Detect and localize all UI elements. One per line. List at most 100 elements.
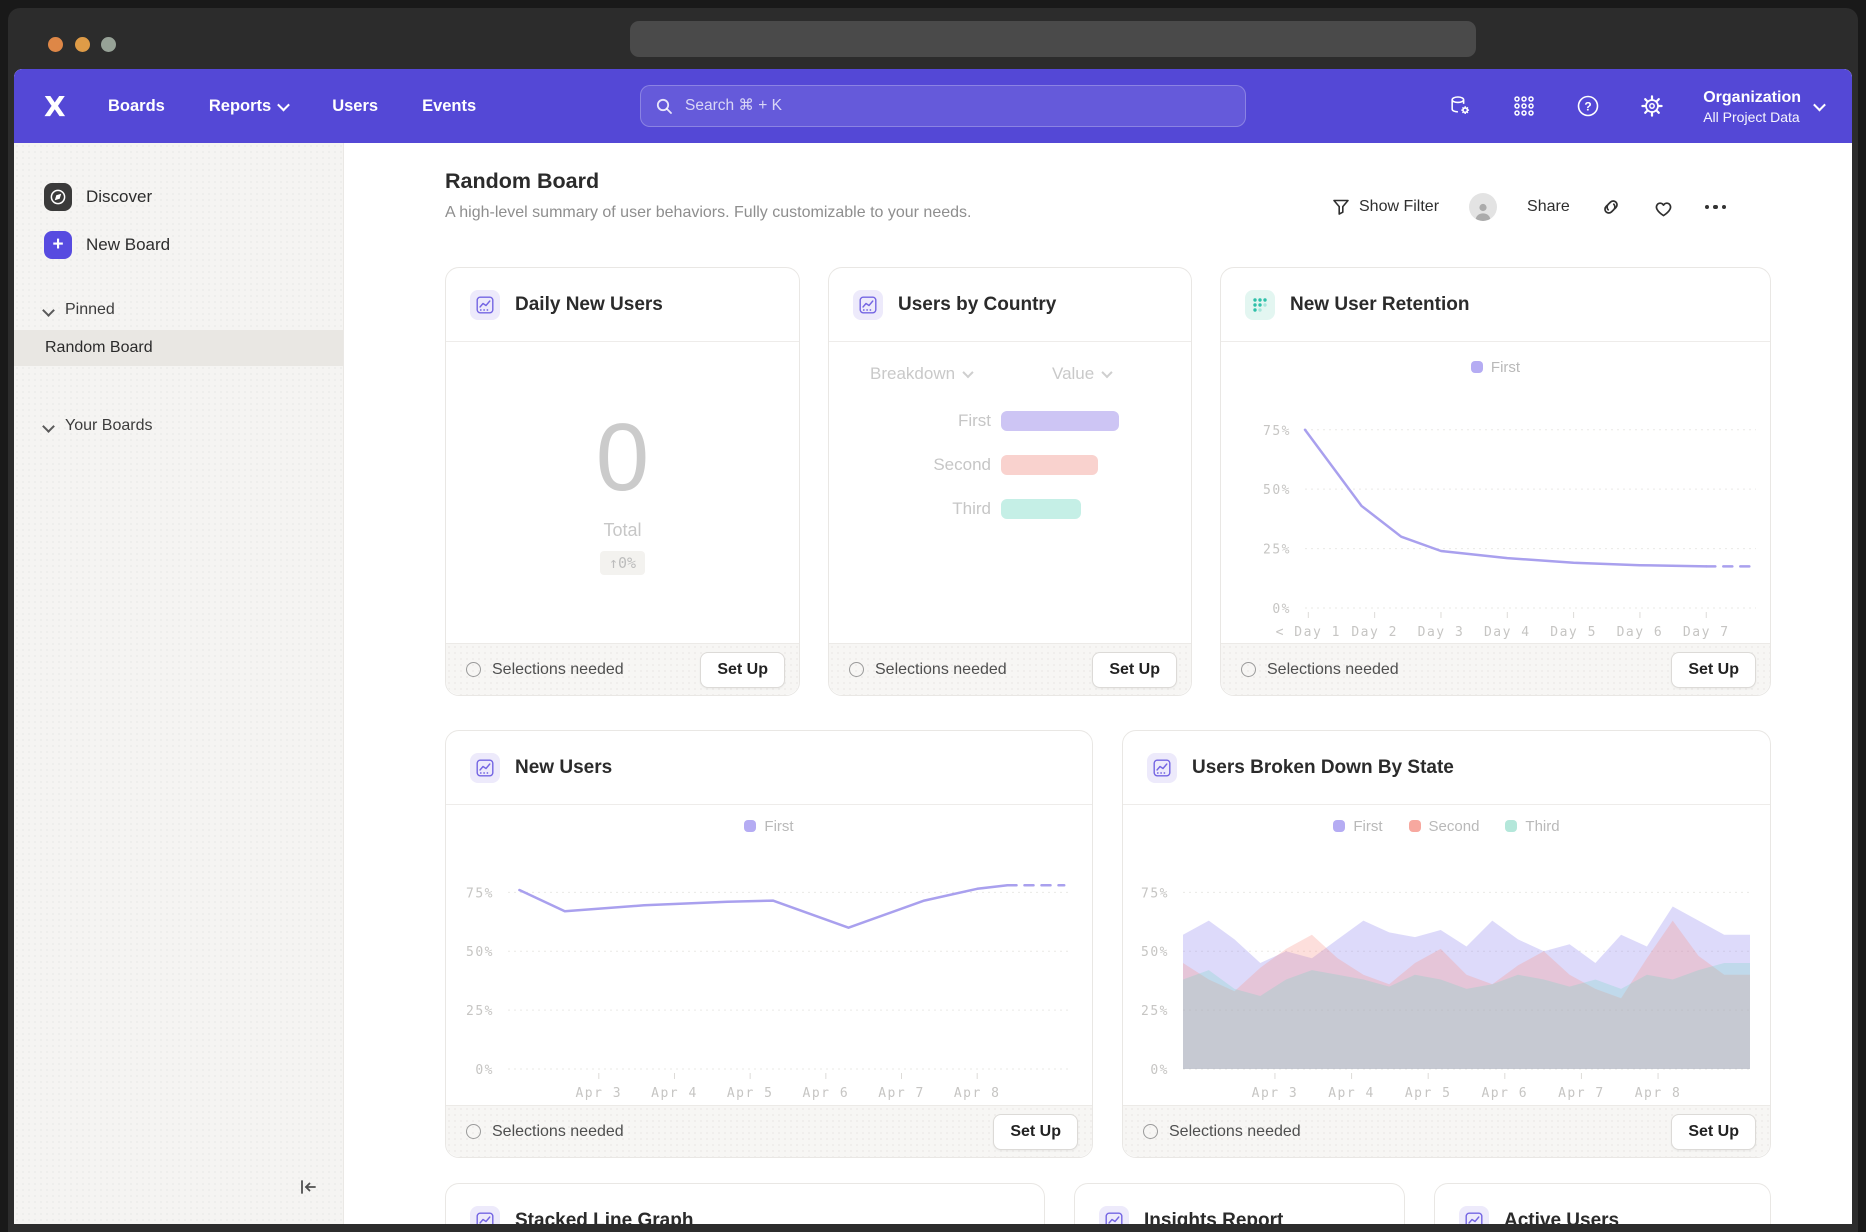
set-up-button[interactable]: Set Up [1671, 652, 1756, 688]
org-switcher[interactable]: Organization All Project Data [1703, 87, 1824, 125]
apps-grid-icon[interactable] [1511, 93, 1537, 119]
settings-gear-icon[interactable] [1639, 93, 1665, 119]
sidebar-new-board-button[interactable]: + New Board [14, 231, 343, 259]
svg-text:Apr 3: Apr 3 [575, 1086, 622, 1101]
svg-text:Apr 6: Apr 6 [1481, 1086, 1528, 1101]
status-text: Selections needed [466, 661, 624, 679]
bar-first [1001, 411, 1119, 431]
status-text: Selections needed [849, 661, 1007, 679]
svg-text:Apr 4: Apr 4 [1328, 1086, 1375, 1101]
link-icon [1600, 196, 1622, 218]
copy-link-button[interactable] [1600, 196, 1622, 218]
set-up-button[interactable]: Set Up [1092, 652, 1177, 688]
svg-text:Apr 7: Apr 7 [1558, 1086, 1605, 1101]
window-zoom-button[interactable] [101, 37, 116, 52]
card-header: Users by Country [829, 268, 1191, 342]
help-icon[interactable]: ? [1575, 93, 1601, 119]
retention-icon [1245, 290, 1275, 320]
page-header: Random Board A high-level summary of use… [445, 169, 971, 222]
nav-item-reports[interactable]: Reports [209, 97, 288, 116]
svg-text:Apr 8: Apr 8 [954, 1086, 1001, 1101]
funnel-icon [1332, 198, 1350, 216]
card-daily-new-users: Daily New Users 0 Total ↑0% Selections n… [445, 267, 800, 696]
breakdown-dropdown[interactable]: Breakdown [870, 364, 972, 384]
nav-item-users[interactable]: Users [332, 97, 378, 116]
bar-third [1001, 499, 1081, 519]
search-icon [655, 97, 673, 115]
status-circle-icon [1143, 1124, 1158, 1139]
svg-text:50%: 50% [1141, 945, 1169, 960]
chevron-down-icon [277, 98, 290, 111]
compass-icon [44, 183, 72, 211]
sidebar: Discover + New Board Pinned Random Board… [14, 143, 344, 1224]
show-filter-button[interactable]: Show Filter [1332, 198, 1439, 216]
svg-text:0%: 0% [1150, 1063, 1169, 1078]
line-chart-icon [1099, 1206, 1129, 1225]
svg-text:0%: 0% [475, 1063, 494, 1078]
card-title: Active Users [1504, 1210, 1619, 1225]
set-up-button[interactable]: Set Up [700, 652, 785, 688]
app-root: X Boards Reports Users Events ? [14, 69, 1852, 1224]
card-footer: Selections needed Set Up [1123, 1105, 1770, 1157]
svg-text:75%: 75% [1263, 424, 1291, 439]
chevron-down-icon [42, 420, 55, 433]
sidebar-collapse-button[interactable] [297, 1176, 319, 1198]
more-options-button[interactable] [1705, 205, 1727, 210]
row-label: First [871, 411, 991, 431]
card-stacked-line-graph: Stacked Line Graph [445, 1183, 1045, 1224]
card-header: New Users [446, 731, 1092, 805]
svg-text:Day 7: Day 7 [1683, 625, 1730, 640]
set-up-button[interactable]: Set Up [1671, 1114, 1756, 1150]
svg-text:25%: 25% [466, 1004, 494, 1019]
metric-value: 0 [596, 410, 649, 506]
chart-legend: First [446, 813, 1092, 839]
sidebar-item-random-board[interactable]: Random Board [14, 330, 343, 366]
global-search[interactable] [640, 85, 1246, 127]
favorite-button[interactable] [1652, 197, 1675, 218]
set-up-button[interactable]: Set Up [993, 1114, 1078, 1150]
org-name: Organization [1703, 87, 1801, 109]
svg-text:< Day 1: < Day 1 [1276, 625, 1341, 640]
search-input[interactable] [683, 96, 1231, 116]
line-chart-icon [470, 753, 500, 783]
svg-text:Apr 3: Apr 3 [1252, 1086, 1299, 1101]
mixpanel-logo-icon[interactable]: X [44, 69, 66, 143]
users-state-area-chart: 0%25%50%75%Apr 3Apr 4Apr 5Apr 6Apr 7Apr … [1123, 839, 1771, 1105]
sidebar-item-discover[interactable]: Discover [14, 183, 343, 211]
status-circle-icon [466, 662, 481, 677]
row-label: Second [871, 455, 991, 475]
status-text: Selections needed [1241, 661, 1399, 679]
share-button[interactable]: Share [1527, 198, 1570, 216]
card-footer: Selections needed Set Up [1221, 643, 1770, 695]
svg-text:Day 3: Day 3 [1418, 625, 1465, 640]
status-text: Selections needed [466, 1123, 624, 1141]
card-title: Stacked Line Graph [515, 1210, 693, 1225]
card-title: Insights Report [1144, 1210, 1283, 1225]
sidebar-section-pinned[interactable]: Pinned [44, 301, 115, 319]
nav-item-events[interactable]: Events [422, 97, 476, 116]
sidebar-section-your-boards[interactable]: Your Boards [44, 417, 152, 435]
svg-text:Day 2: Day 2 [1351, 625, 1398, 640]
browser-address-bar[interactable] [630, 21, 1476, 57]
line-chart-icon [470, 1206, 500, 1225]
svg-text:75%: 75% [466, 886, 494, 901]
svg-text:50%: 50% [466, 945, 494, 960]
value-dropdown[interactable]: Value [1052, 364, 1111, 384]
svg-text:?: ? [1585, 100, 1592, 114]
svg-text:Apr 4: Apr 4 [651, 1086, 698, 1101]
chevron-down-icon [962, 367, 973, 378]
svg-text:25%: 25% [1141, 1004, 1169, 1019]
nav-item-boards[interactable]: Boards [108, 97, 165, 116]
avatar[interactable] [1469, 193, 1497, 221]
window-minimize-button[interactable] [75, 37, 90, 52]
svg-text:Apr 8: Apr 8 [1635, 1086, 1682, 1101]
row-label: Third [871, 499, 991, 519]
bar-second [1001, 455, 1098, 475]
data-management-icon[interactable] [1447, 93, 1473, 119]
metric-delta-badge: ↑0% [600, 551, 645, 575]
window-close-button[interactable] [48, 37, 63, 52]
chevron-down-icon [1813, 98, 1826, 111]
svg-text:50%: 50% [1263, 483, 1291, 498]
svg-text:Apr 7: Apr 7 [878, 1086, 925, 1101]
chart-legend: FirstSecondThird [1123, 813, 1770, 839]
